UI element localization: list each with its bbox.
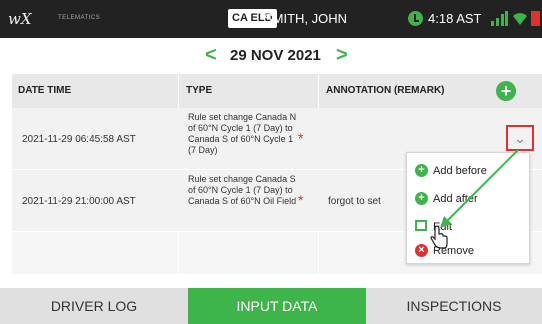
bottom-tab-bar: DRIVER LOG INPUT DATA INSPECTIONS [0,288,542,324]
menu-item-add-before[interactable]: + Add before [407,159,531,185]
menu-item-label: Add after [433,193,478,205]
hand-cursor-icon [430,226,448,249]
edit-icon [415,220,427,231]
row-datetime: 2021-11-29 06:45:58 AST [22,134,136,145]
signal-icon [491,11,508,26]
battery-icon [531,11,540,26]
table-header: DATE TIME TYPE ANNOTATION (REMARK) + [12,74,542,108]
wifi-icon [513,13,527,25]
row-annotation: forgot to set [328,196,381,207]
row-type: Rule set change Canada N of 60°N Cycle 1… [188,112,297,155]
column-header-annotation: ANNOTATION (REMARK) [326,85,445,96]
driver-name[interactable]: SMITH, JOHN [264,11,347,26]
top-status-bar: wX TELEMATICS CA ELD SMITH, JOHN 4:18 AS… [0,0,542,38]
column-header-type: TYPE [186,85,213,96]
next-day-chevron-icon[interactable]: > [336,44,348,67]
app-logo-subtitle: TELEMATICS [58,15,101,21]
row-context-menu: + Add before + Add after Edit × Remove [406,152,530,264]
plus-circle-icon: + [415,164,428,177]
current-time: 4:18 AST [428,11,482,26]
current-date: 29 NOV 2021 [230,47,321,64]
row-datetime: 2021-11-29 21:00:00 AST [22,196,136,207]
menu-item-edit[interactable]: Edit [407,215,531,241]
tab-driver-log[interactable]: DRIVER LOG [0,288,188,324]
clock-icon [408,11,423,26]
required-marker: * [298,192,304,208]
plus-circle-icon: + [415,192,428,205]
tab-inspections[interactable]: INSPECTIONS [366,288,542,324]
remove-circle-icon: × [415,244,428,257]
app-logo: wX [8,10,32,28]
add-event-icon[interactable]: + [496,81,516,101]
column-header-datetime: DATE TIME [18,85,72,96]
row-actions-chevron-down-icon[interactable]: ⌄ [506,125,534,151]
required-marker: * [298,130,304,146]
date-navigation: < 29 NOV 2021 > [0,38,542,74]
tab-input-data[interactable]: INPUT DATA [188,288,366,324]
previous-day-chevron-icon[interactable]: < [205,44,217,67]
menu-item-remove[interactable]: × Remove [407,239,531,265]
row-type: Rule set change Canada S of 60°N Cycle 1… [188,174,297,206]
menu-item-label: Add before [433,165,487,177]
menu-item-add-after[interactable]: + Add after [407,187,531,213]
